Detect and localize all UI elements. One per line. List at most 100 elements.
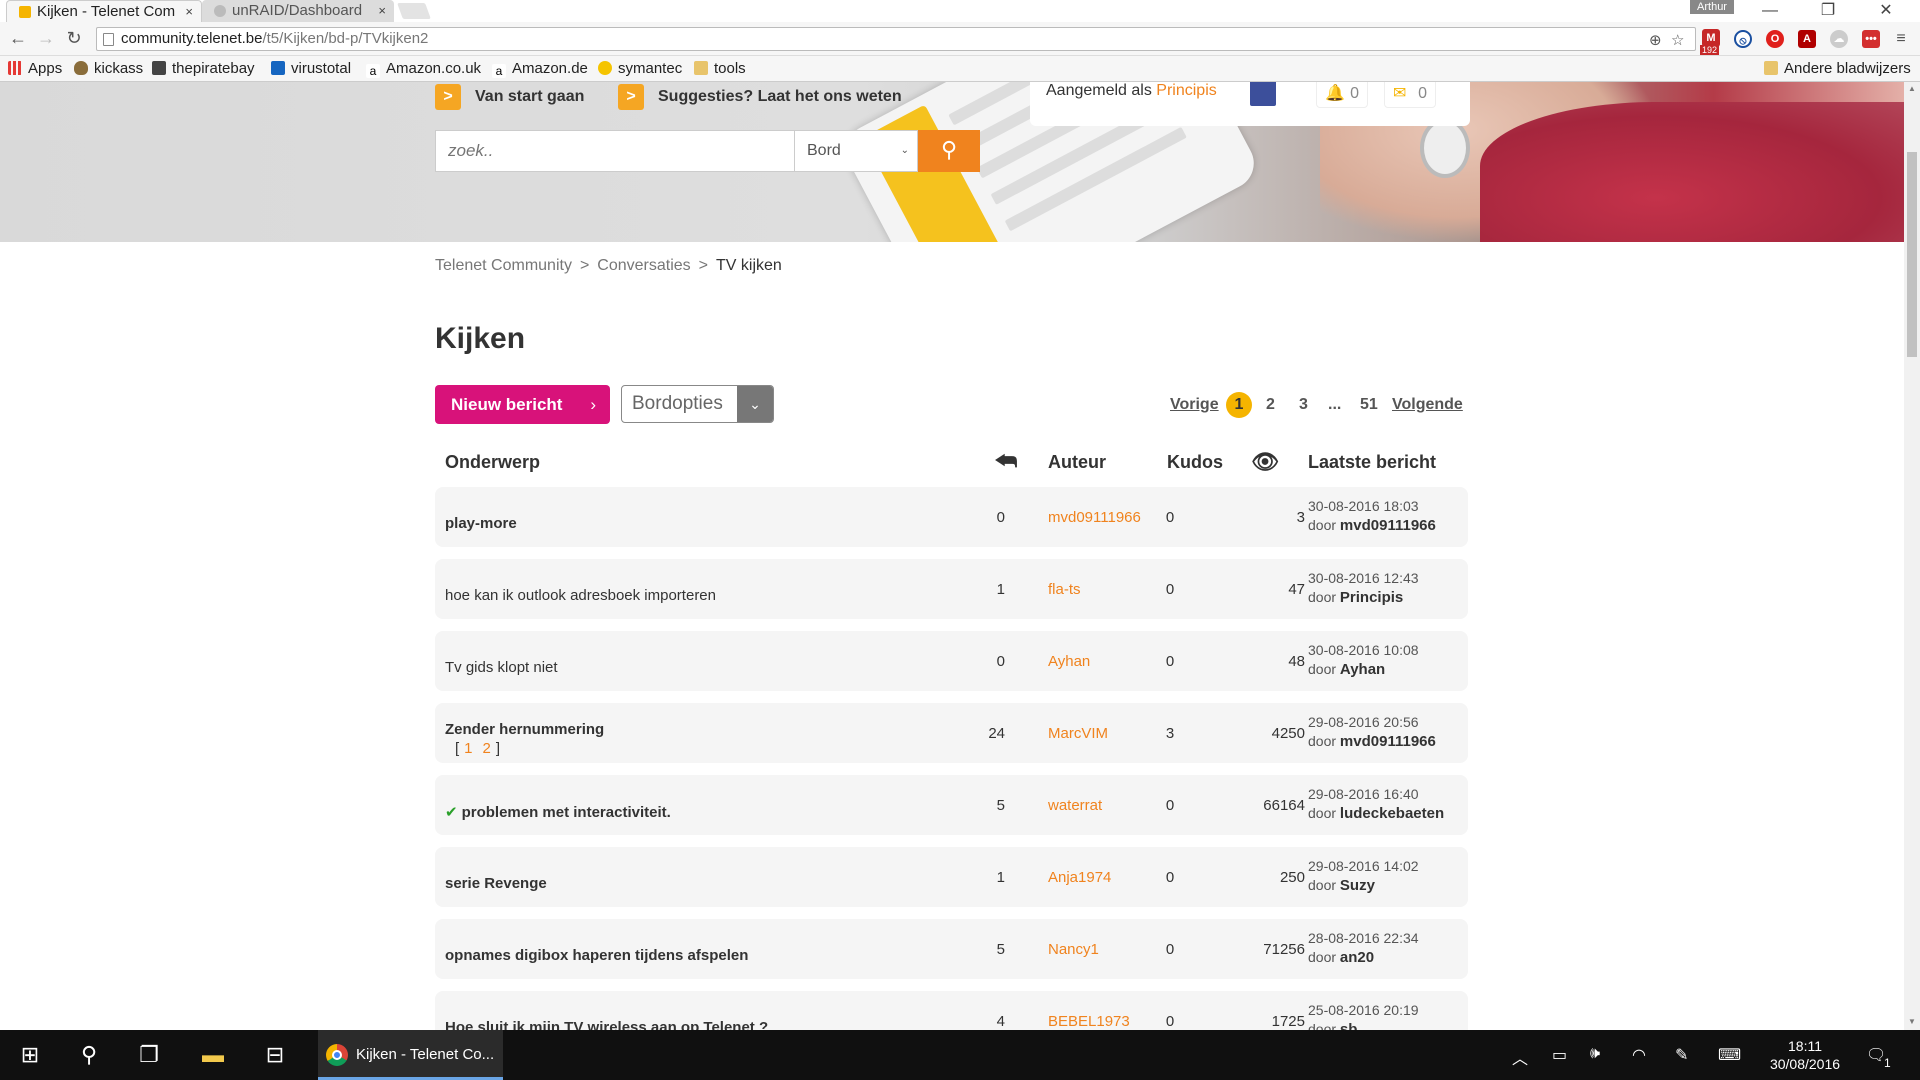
search-icon[interactable]: ⚲ xyxy=(74,1042,104,1068)
lastpass-extension-icon[interactable]: ••• xyxy=(1862,30,1880,48)
header-subject[interactable]: Onderwerp xyxy=(445,447,540,477)
table-row[interactable]: Zender hernummering [1 2] 24 MarcVIM 3 42… xyxy=(435,703,1468,763)
search-button[interactable]: ⚲ xyxy=(918,130,980,172)
address-bar[interactable]: community.telenet.be/t5/Kijken/bd-p/TVki… xyxy=(96,27,1696,51)
username-link[interactable]: Principis xyxy=(1156,82,1216,99)
windows-start-icon[interactable]: ⊞ xyxy=(15,1042,45,1068)
reload-icon[interactable]: ↻ xyxy=(62,28,86,49)
pager-prev[interactable]: Vorige xyxy=(1170,392,1219,418)
taskbar-chrome-app[interactable]: Kijken - Telenet Co... xyxy=(318,1030,503,1080)
back-icon[interactable]: ← xyxy=(6,28,30,49)
bookmark-other[interactable]: Andere bladwijzers xyxy=(1764,60,1911,77)
scrollbar-thumb[interactable] xyxy=(1907,152,1917,357)
tab-close-icon[interactable]: × xyxy=(378,0,386,22)
volume-icon[interactable]: 🕪 xyxy=(1590,1045,1600,1063)
bookmark-symantec[interactable]: symantec xyxy=(598,60,682,77)
zoom-icon[interactable]: ⊕ xyxy=(1649,31,1662,49)
breadcrumb-conversaties[interactable]: Conversaties xyxy=(597,257,690,274)
author-link[interactable]: MarcVIM xyxy=(1048,725,1108,742)
store-icon[interactable]: ⊟ xyxy=(260,1042,290,1068)
author-link[interactable]: Nancy1 xyxy=(1048,941,1099,958)
promo-suggest-link[interactable]: > Suggesties? Laat het ons weten xyxy=(618,84,902,110)
table-row[interactable]: Tv gids klopt niet 0 Ayhan 0 48 30-08-20… xyxy=(435,631,1468,691)
eye-icon[interactable]: 👁 xyxy=(1251,447,1279,477)
search-input[interactable] xyxy=(435,130,795,172)
avatar[interactable] xyxy=(1250,82,1276,106)
table-row[interactable]: Hoe sluit ik mijn TV wireless aan op Tel… xyxy=(435,991,1468,1030)
bookmark-thepiratebay[interactable]: thepiratebay xyxy=(152,60,255,77)
topic-title[interactable]: opnames digibox haperen tijdens afspelen xyxy=(445,947,748,964)
task-view-icon[interactable]: ❐ xyxy=(134,1042,164,1068)
new-tab-button[interactable] xyxy=(397,3,431,19)
page-scrollbar[interactable]: ▲ ▼ xyxy=(1904,82,1920,1030)
cloud-extension-icon[interactable]: ☁ xyxy=(1830,30,1848,48)
header-kudos[interactable]: Kudos xyxy=(1167,447,1223,477)
pdf-extension-icon[interactable]: A xyxy=(1798,30,1816,48)
last-post-user[interactable]: Ayhan xyxy=(1340,661,1385,678)
author-link[interactable]: Ayhan xyxy=(1048,653,1090,670)
last-post-user[interactable]: Suzy xyxy=(1340,877,1375,894)
table-row[interactable]: play-more 0 mvd09111966 0 3 30-08-2016 1… xyxy=(435,487,1468,547)
new-post-button[interactable]: Nieuw bericht › xyxy=(435,385,610,424)
messages-button[interactable]: ✉ 0 xyxy=(1384,82,1436,108)
chevron-up-icon[interactable]: ︿ xyxy=(1512,1045,1528,1069)
breadcrumb-community[interactable]: Telenet Community xyxy=(435,257,572,274)
tab-close-icon[interactable]: × xyxy=(185,1,193,22)
topic-page-link[interactable]: 1 xyxy=(464,740,472,757)
reply-all-icon[interactable]: ⮪ xyxy=(995,447,1017,477)
last-post-user[interactable]: sb xyxy=(1340,1021,1358,1030)
author-link[interactable]: fla-ts xyxy=(1048,581,1081,598)
bookmark-apps[interactable]: Apps xyxy=(8,60,62,77)
topic-title[interactable]: serie Revenge xyxy=(445,875,547,892)
menu-icon[interactable]: ≡ xyxy=(1892,30,1910,48)
pager-page[interactable]: 3 xyxy=(1299,392,1308,418)
topic-title[interactable]: Zender hernummering xyxy=(445,721,604,738)
bookmark-star-icon[interactable]: ☆ xyxy=(1671,31,1684,49)
profile-badge[interactable]: Arthur xyxy=(1690,0,1734,14)
last-post-user[interactable]: mvd09111966 xyxy=(1340,733,1436,750)
block-extension-icon[interactable]: ⦸ xyxy=(1734,30,1752,48)
topic-title[interactable]: play-more xyxy=(445,515,517,532)
topic-title[interactable]: Hoe sluit ik mijn TV wireless aan op Tel… xyxy=(445,1019,768,1030)
file-explorer-icon[interactable]: ▬ xyxy=(198,1042,228,1068)
pager-next[interactable]: Volgende xyxy=(1392,392,1463,418)
minimize-button[interactable]: — xyxy=(1750,0,1790,22)
author-link[interactable]: waterrat xyxy=(1048,797,1102,814)
bookmark-amazon-de[interactable]: a Amazon.de xyxy=(492,60,588,78)
board-options-dropdown[interactable]: Bordopties ⌄ xyxy=(621,385,774,423)
search-scope-select[interactable]: Bord ⌄ xyxy=(795,130,918,172)
author-link[interactable]: mvd09111966 xyxy=(1048,509,1141,526)
pager-page-last[interactable]: 51 xyxy=(1360,392,1378,418)
window-close-button[interactable]: ✕ xyxy=(1866,0,1906,22)
header-author[interactable]: Auteur xyxy=(1048,447,1106,477)
scroll-down-icon[interactable]: ▼ xyxy=(1908,1017,1916,1026)
author-link[interactable]: Anja1974 xyxy=(1048,869,1111,886)
scroll-up-icon[interactable]: ▲ xyxy=(1908,84,1916,93)
bookmark-amazon-uk[interactable]: a Amazon.co.uk xyxy=(366,60,481,78)
pager-page[interactable]: 2 xyxy=(1266,392,1275,418)
notifications-button[interactable]: 🔔 0 xyxy=(1316,82,1368,108)
forward-icon[interactable]: → xyxy=(34,28,58,49)
topic-title[interactable]: Tv gids klopt niet xyxy=(445,659,558,676)
header-last-post[interactable]: Laatste bericht xyxy=(1308,447,1436,477)
keyboard-icon[interactable]: ⌨ xyxy=(1718,1045,1741,1065)
opera-extension-icon[interactable]: O xyxy=(1766,30,1784,48)
last-post-user[interactable]: mvd09111966 xyxy=(1340,517,1436,534)
last-post-user[interactable]: Principis xyxy=(1340,589,1403,606)
bookmark-tools[interactable]: tools xyxy=(694,60,746,77)
restore-button[interactable]: ❐ xyxy=(1808,0,1848,22)
battery-icon[interactable]: ▭ xyxy=(1552,1045,1567,1065)
promo-start-link[interactable]: > Van start gaan xyxy=(435,84,584,110)
tab-kijken[interactable]: Kijken - Telenet Com × xyxy=(6,0,202,22)
clock[interactable]: 18:11 30/08/2016 xyxy=(1760,1037,1850,1073)
last-post-user[interactable]: ludeckebaeten xyxy=(1340,805,1444,822)
table-row[interactable]: serie Revenge 1 Anja1974 0 250 29-08-201… xyxy=(435,847,1468,907)
wifi-icon[interactable]: ◠ xyxy=(1632,1045,1646,1065)
bookmark-virustotal[interactable]: virustotal xyxy=(271,60,351,77)
topic-page-link[interactable]: 2 xyxy=(483,740,491,757)
tab-unraid[interactable]: unRAID/Dashboard × xyxy=(202,0,394,22)
author-link[interactable]: BEBEL1973 xyxy=(1048,1013,1130,1030)
table-row[interactable]: hoe kan ik outlook adresboek importeren … xyxy=(435,559,1468,619)
table-row[interactable]: ✔ problemen met interactiviteit. 5 waterr… xyxy=(435,775,1468,835)
table-row[interactable]: opnames digibox haperen tijdens afspelen… xyxy=(435,919,1468,979)
